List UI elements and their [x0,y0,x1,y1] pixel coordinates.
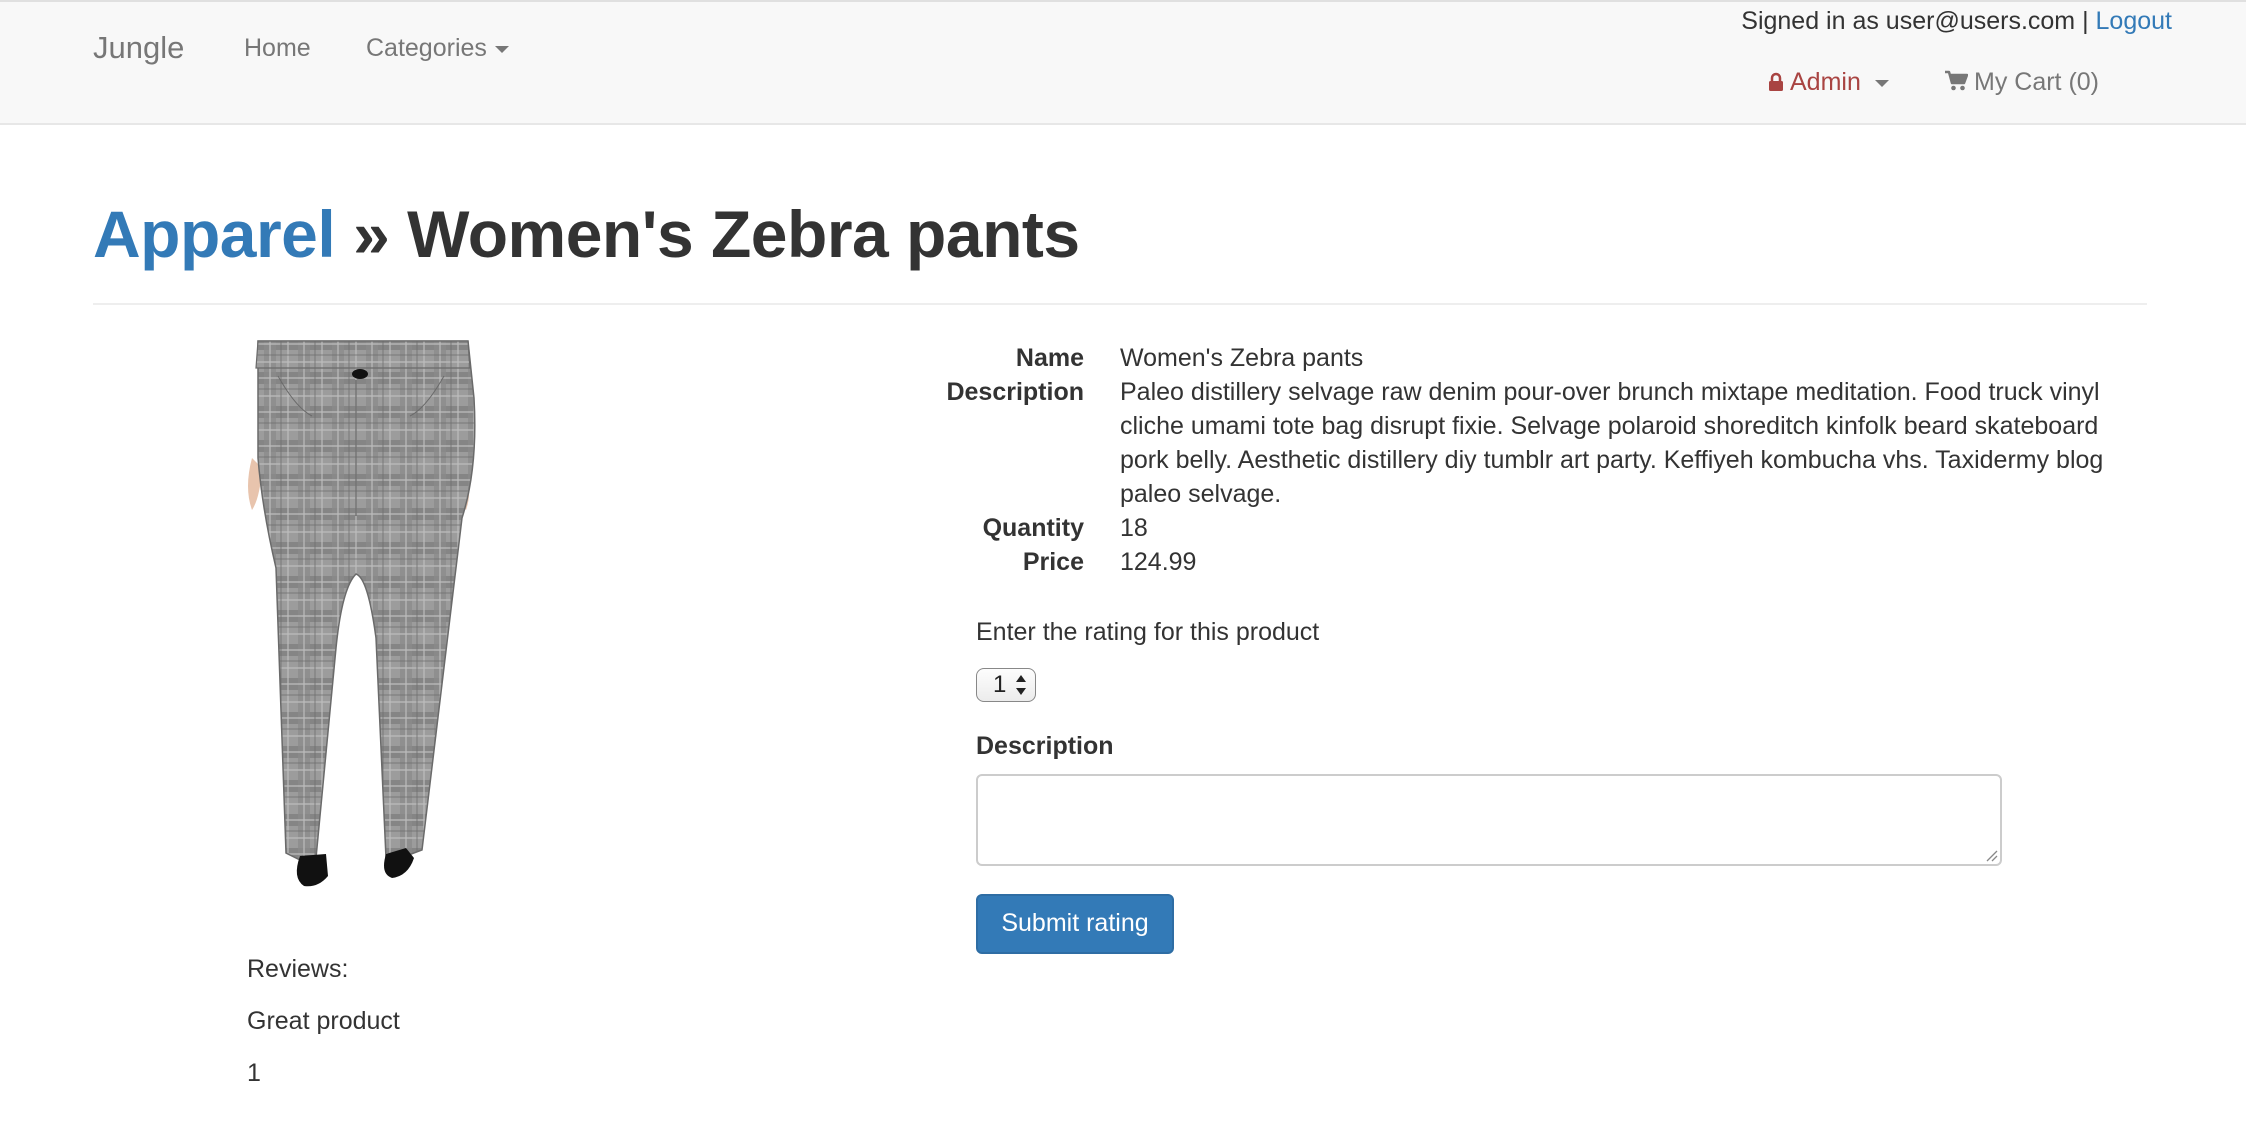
updown-arrows-icon [1015,673,1027,697]
brand-link[interactable]: Jungle [93,30,184,66]
detail-label: Quantity [982,514,1084,542]
submit-rating-button[interactable]: Submit rating [976,894,1174,954]
reviews-section: Reviews: Great product 1 [247,955,400,1111]
nav-cart-link[interactable]: My Cart (0) [1944,68,2099,99]
signed-in-text: Signed in as user@users.com | [1741,7,2089,35]
detail-label: Description [946,378,1084,406]
nav-admin-dropdown[interactable]: Admin [1768,68,1889,99]
nav-admin-label: Admin [1790,68,1861,96]
description-textarea[interactable] [976,774,2002,866]
nav-categories-dropdown[interactable]: Categories [366,34,509,63]
product-details: Name Women's Zebra pants Description Pal… [900,341,2140,579]
review-rating: 1 [247,1059,261,1087]
detail-row-quantity: Quantity 18 [900,511,2140,545]
rating-prompt-label: Enter the rating for this product [976,618,1320,646]
product-title: Women's Zebra pants [407,197,1080,271]
page-title: Apparel » Women's Zebra pants [93,196,1080,272]
caret-down-icon [494,45,509,53]
detail-label: Name [1015,344,1084,372]
product-image [230,338,490,888]
description-label: Description [976,732,1114,760]
detail-value: 124.99 [1120,548,1197,576]
detail-row-name: Name Women's Zebra pants [900,341,2140,375]
detail-value: Women's Zebra pants [1120,344,1364,372]
reviews-heading: Reviews: [247,955,349,983]
heading-divider [93,303,2147,305]
shopping-cart-icon [1944,70,1969,99]
resize-grip-icon[interactable] [1984,848,1998,862]
caret-down-icon [1874,79,1889,87]
detail-value: Paleo distillery selvage raw denim pour-… [1120,378,2104,508]
breadcrumb-separator: » [335,197,408,271]
nav-categories-label: Categories [366,34,487,62]
rating-select-value: 1 [993,671,1007,698]
nav-home-link[interactable]: Home [244,34,311,63]
detail-row-description: Description Paleo distillery selvage raw… [900,375,2140,511]
navbar: Jungle Home Categories Signed in as user… [0,0,2246,125]
logout-link[interactable]: Logout [2096,7,2172,35]
rating-select[interactable]: 1 [976,668,1036,702]
lock-icon [1768,70,1784,99]
detail-label: Price [1022,548,1084,576]
detail-value: 18 [1120,514,1148,542]
signed-in-status: Signed in as user@users.com | Logout [1741,7,2172,36]
detail-row-price: Price 124.99 [900,545,2140,579]
nav-cart-label: My Cart (0) [1974,68,2099,96]
review-text: Great product [247,1007,400,1035]
category-breadcrumb-link[interactable]: Apparel [93,197,336,271]
